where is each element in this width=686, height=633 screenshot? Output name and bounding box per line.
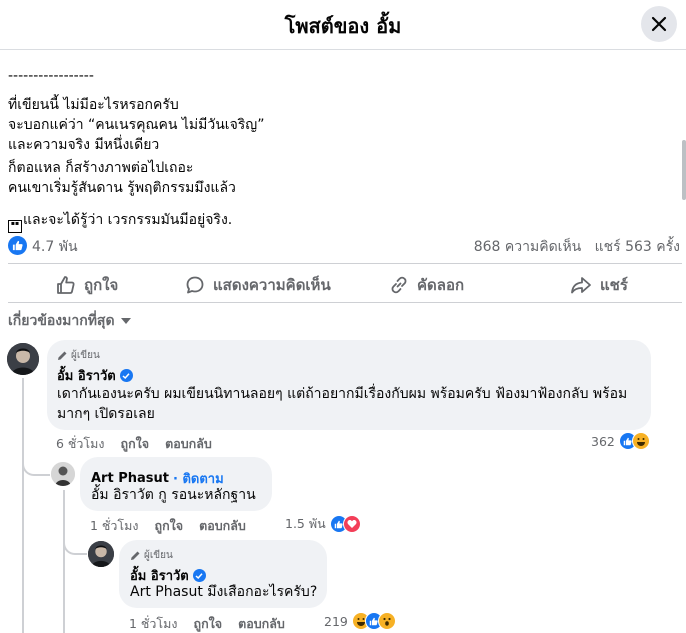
comment-text: อั้ม อิราวัต กู รอนะหลักฐาน [91, 487, 256, 503]
comment-label: แสดงความคิดเห็น [213, 276, 331, 294]
post-actions: ถูกใจ แสดงความคิดเห็น คัดลอก แชร์ [8, 266, 682, 304]
author-badge-label: ผู้เขียน [71, 350, 100, 361]
comment-text: เดากันเองนะครับ ผมเขียนนิทานลอยๆ แต่ถ้าอ… [57, 386, 628, 402]
like-label: ถูกใจ [84, 276, 119, 294]
thumbs-up-icon [57, 276, 75, 294]
wow-reaction-icon [377, 612, 396, 630]
post-line: ▪▪ และจะได้รู้ว่า เวรกรรมมันมีอยู่จริง. [8, 210, 232, 233]
love-reaction-icon [342, 515, 361, 533]
dialog-header: โพสต์ของ อั้ม [0, 0, 686, 50]
pencil-icon [131, 551, 140, 560]
author-badge-label: ผู้เขียน [144, 550, 173, 561]
post-line: ก็ตอแหล ก็สร้างภาพต่อไปเถอะ [8, 160, 194, 176]
avatar[interactable] [51, 462, 75, 486]
comment-reactions[interactable]: 362 [591, 432, 650, 450]
thread-line [63, 490, 65, 633]
share-count[interactable]: แชร์ 563 ครั้ง [595, 239, 680, 255]
comment-text: Art Phasut มึงเสือกอะไรครับ? [130, 584, 318, 600]
comment-sort-dropdown[interactable]: เกี่ยวข้องมากที่สุด [8, 310, 131, 332]
post-line-text: และจะได้รู้ว่า เวรกรรมมันมีอยู่จริง. [23, 212, 233, 228]
post-line: คนเขาเริ่มรู้สันดาน รู้พฤติกรรมมึงแล้ว [8, 180, 236, 196]
comment-like-button[interactable]: ถูกใจ [155, 516, 184, 536]
post-line: และความจริง มีหนึ่งเดียว [8, 137, 160, 153]
comment-reply-button[interactable]: ตอบกลับ [165, 434, 212, 454]
comment-like-button[interactable]: ถูกใจ [194, 614, 223, 633]
like-reaction-icon [8, 236, 27, 255]
copy-label: คัดลอก [417, 276, 465, 294]
author-badge: ผู้เขียน [130, 548, 173, 563]
reaction-count[interactable]: 4.7 พัน [32, 236, 78, 258]
avatar[interactable] [88, 541, 114, 567]
haha-reaction-icon [631, 432, 650, 450]
comment-reaction-count: 219 [324, 613, 348, 629]
comment-bubble: ผู้เขียน อั้ม อิราวัต Art Phasut มึงเสือ… [119, 540, 327, 608]
comment-like-button[interactable]: ถูกใจ [121, 434, 150, 454]
thread-connector [63, 525, 87, 555]
post-line: ที่เขียนนี้ ไม่มีอะไรหรอกครับ [8, 97, 179, 113]
share-button[interactable]: แชร์ [570, 266, 628, 304]
comment-reactions[interactable]: 1.5 พัน [285, 514, 361, 534]
comment-reaction-count: 1.5 พัน [285, 516, 326, 531]
link-icon [391, 276, 407, 294]
thread-connector [22, 440, 50, 476]
pencil-icon [58, 351, 67, 360]
reaction-icons [618, 432, 650, 450]
comment-author-name: อั้ม อิราวัต [57, 369, 116, 384]
scrollbar[interactable] [682, 140, 686, 200]
verified-icon [119, 369, 133, 382]
thread-line [22, 476, 24, 633]
speech-bubble-icon [186, 276, 204, 294]
sort-label: เกี่ยวข้องมากที่สุด [8, 313, 115, 329]
author-badge: ผู้เขียน [57, 348, 100, 363]
like-button[interactable]: ถูกใจ [56, 266, 118, 304]
comments-shares: 868 ความคิดเห็น แชร์ 563 ครั้ง [474, 236, 680, 258]
post-line: ----------------- [8, 68, 94, 84]
share-label: แชร์ [600, 276, 628, 294]
comment-bubble: Art Phasut · ติดตาม อั้ม อิราวัต กู รอนะ… [80, 457, 272, 511]
comment-meta: 6 ชั่วโมง ถูกใจ ตอบกลับ [56, 434, 212, 454]
close-button[interactable] [641, 6, 677, 42]
comment-button[interactable]: แสดงความคิดเห็น [185, 266, 331, 304]
reaction-icons [351, 612, 396, 630]
comment-reply-button[interactable]: ตอบกลับ [238, 614, 285, 633]
close-icon [651, 16, 667, 32]
comment-reply-button[interactable]: ตอบกลับ [199, 516, 246, 536]
divider [8, 263, 682, 264]
dialog-title: โพสต์ของ อั้ม [284, 14, 402, 38]
copy-button[interactable]: คัดลอก [389, 266, 464, 304]
comment-author[interactable]: อั้ม อิราวัต [57, 365, 133, 386]
verified-icon [192, 569, 206, 582]
divider [8, 302, 682, 303]
comment-reaction-count: 362 [591, 433, 615, 449]
comment-meta: 1 ชั่วโมง ถูกใจ ตอบกลับ [129, 614, 285, 633]
comment-reactions[interactable]: 219 [324, 612, 396, 630]
reaction-icons [329, 515, 361, 533]
placeholder-glyph-icon: ▪▪ [8, 220, 22, 233]
comment-count[interactable]: 868 ความคิดเห็น [474, 239, 582, 255]
comment-bubble: ผู้เขียน อั้ม อิราวัต เดากันเองนะครับ ผม… [47, 340, 651, 430]
post-line: จะบอกแค่ว่า “คนเนรคุณคน ไม่มีวันเจริญ” [8, 117, 265, 133]
comment-time[interactable]: 1 ชั่วโมง [90, 516, 139, 536]
share-arrow-icon [571, 277, 591, 294]
comment-author-name[interactable]: Art Phasut [91, 471, 169, 486]
caret-down-icon [120, 318, 131, 324]
comment-time[interactable]: 1 ชั่วโมง [129, 614, 178, 633]
comment-meta: 1 ชั่วโมง ถูกใจ ตอบกลับ [90, 516, 246, 536]
comment-text: มากๆ เปิดรอเลย [57, 406, 155, 422]
avatar[interactable] [7, 343, 39, 375]
comment-time[interactable]: 6 ชั่วโมง [56, 434, 105, 454]
post-stats: 4.7 พัน 868 ความคิดเห็น แชร์ 563 ครั้ง [8, 235, 680, 257]
